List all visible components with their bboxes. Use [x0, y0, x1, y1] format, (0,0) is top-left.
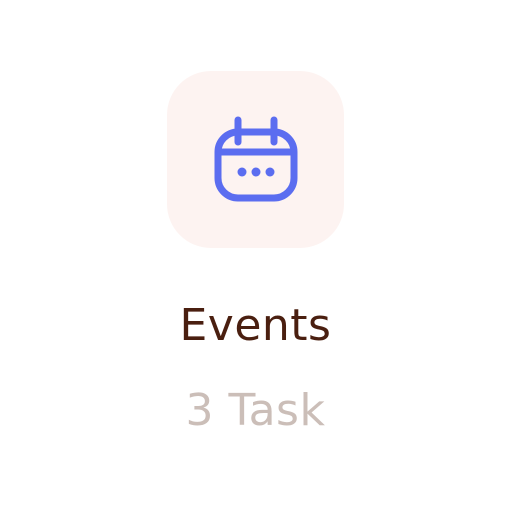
events-category-card[interactable]: Events 3 Task — [0, 0, 511, 512]
calendar-icon — [214, 116, 297, 201]
card-title: Events — [179, 300, 332, 351]
icon-tile[interactable] — [167, 71, 344, 248]
task-count: 3 Task — [185, 385, 326, 436]
